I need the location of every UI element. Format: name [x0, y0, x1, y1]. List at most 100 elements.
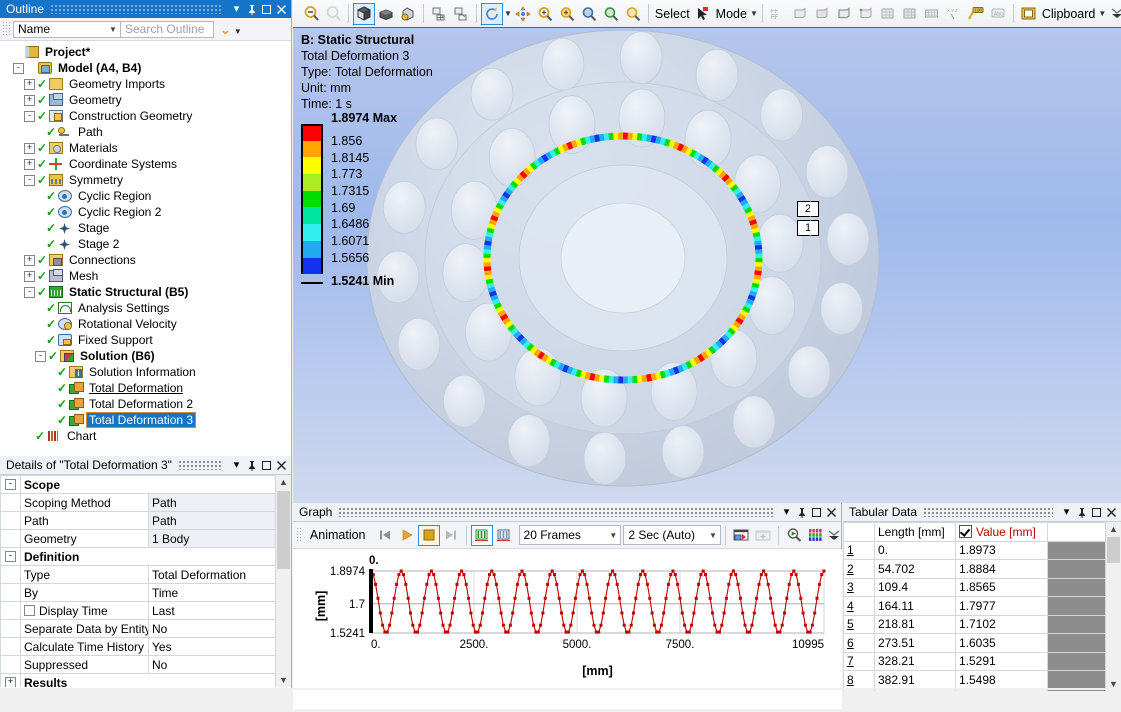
details-group-expander[interactable]: -: [1, 476, 21, 494]
tabular-cell-value[interactable]: 1.8884: [956, 560, 1048, 579]
clipboard-icon[interactable]: [1018, 3, 1040, 25]
tabular-cell-length[interactable]: 328.21: [875, 652, 956, 671]
scroll-up-icon[interactable]: ▲: [1106, 522, 1121, 536]
shaded-solid-icon[interactable]: [353, 3, 375, 25]
edge-select-icon[interactable]: [833, 3, 855, 25]
box-select-icon[interactable]: [877, 3, 899, 25]
record-icon[interactable]: [730, 525, 752, 546]
tabular-menu-icon[interactable]: ▾: [1059, 505, 1074, 520]
mesh-select-icon[interactable]: [921, 3, 943, 25]
vertex-select-icon[interactable]: [855, 3, 877, 25]
tree-item-coordinate-systems[interactable]: +✓Coordinate Systems: [2, 156, 291, 172]
solid-icon[interactable]: [375, 3, 397, 25]
expand-icon[interactable]: +: [24, 159, 35, 170]
tree-item-fixed-support[interactable]: ✓Fixed Support: [2, 332, 291, 348]
tree-item-cyclic-region[interactable]: ✓Cyclic Region: [2, 188, 291, 204]
tabular-cell-value[interactable]: 1.7977: [956, 597, 1048, 616]
distribute-icon[interactable]: [471, 525, 493, 546]
show-mesh-icon[interactable]: [428, 3, 450, 25]
last-frame-icon[interactable]: [440, 525, 462, 546]
stop-icon[interactable]: [418, 525, 440, 546]
details-property-value[interactable]: Yes: [149, 638, 277, 656]
tree-item-materials[interactable]: +✓Materials: [2, 140, 291, 156]
color-bars-icon[interactable]: [805, 525, 827, 546]
tabular-grid[interactable]: Length [mm]Value [mm]10.1.8973254.7021.8…: [843, 522, 1121, 691]
expand-icon[interactable]: +: [24, 79, 35, 90]
mode-label[interactable]: Mode: [714, 7, 749, 21]
tabular-scrollbar[interactable]: ▲ ▼: [1105, 522, 1121, 691]
outline-tree[interactable]: Project*-Model (A4, B4)+✓Geometry Import…: [0, 41, 291, 453]
outline-close-icon[interactable]: [274, 2, 289, 17]
tree-item-connections[interactable]: +✓Connections: [2, 252, 291, 268]
tree-item-model-a4-b4[interactable]: -Model (A4, B4): [2, 60, 291, 76]
table-row[interactable]: 7328.211.5291: [844, 652, 1115, 671]
tabular-cell-length[interactable]: 164.11: [875, 597, 956, 616]
tabular-cell-length[interactable]: 0.: [875, 541, 956, 560]
details-close-icon[interactable]: [274, 458, 289, 473]
tree-item-solution-information[interactable]: ✓Solution Information: [2, 364, 291, 380]
details-property-value[interactable]: 1 Body: [149, 530, 277, 548]
details-property-row[interactable]: TypeTotal Deformation: [1, 566, 277, 584]
tree-item-total-deformation[interactable]: ✓Total Deformation: [2, 380, 291, 396]
rotate-icon[interactable]: [481, 3, 503, 25]
scroll-down-icon[interactable]: ▼: [279, 673, 288, 687]
probe-icon[interactable]: 100: [965, 3, 987, 25]
table-row[interactable]: 4164.111.7977: [844, 597, 1115, 616]
tabular-cell-value[interactable]: 1.5498: [956, 671, 1048, 690]
details-group-row[interactable]: +Results: [1, 674, 277, 688]
search-outline-input[interactable]: Search Outline: [121, 21, 214, 38]
graph-chart[interactable]: 1.89741.71.52410.2500.5000.7500.109950.[…: [293, 549, 842, 709]
graphics-viewport[interactable]: B: Static Structural Total Deformation 3…: [293, 28, 1121, 503]
details-group-row[interactable]: -Scope: [1, 476, 277, 494]
toolbar-gripper[interactable]: [2, 21, 10, 37]
annotation-tag-2[interactable]: 2: [797, 201, 819, 217]
expand-icon[interactable]: +: [24, 255, 35, 266]
details-property-row[interactable]: Geometry1 Body: [1, 530, 277, 548]
expand-icon[interactable]: +: [24, 143, 35, 154]
first-frame-icon[interactable]: [374, 525, 396, 546]
expand-icon[interactable]: +: [24, 271, 35, 282]
annotation-tag-1[interactable]: 1: [797, 220, 819, 236]
result-legend[interactable]: 1.8974 Max1.8561.81451.7731.73151.691.64…: [301, 124, 397, 291]
tabular-cell-value[interactable]: 1.6035: [956, 634, 1048, 653]
table-row[interactable]: 3109.41.8565: [844, 578, 1115, 597]
outline-menu-icon[interactable]: ▾: [229, 2, 244, 17]
graph-pin-icon[interactable]: [794, 505, 809, 520]
collapse-icon[interactable]: -: [24, 111, 35, 122]
outline-pin-icon[interactable]: [244, 2, 259, 17]
details-maximize-icon[interactable]: [259, 458, 274, 473]
details-property-value[interactable]: Path: [149, 494, 277, 512]
frames-combo[interactable]: 20 Frames ▼: [519, 525, 622, 545]
details-property-row[interactable]: SuppressedNo: [1, 656, 277, 674]
scroll-thumb[interactable]: [277, 491, 290, 569]
cursor-icon[interactable]: [692, 3, 714, 25]
tabular-cell-value[interactable]: 1.8565: [956, 578, 1048, 597]
table-row[interactable]: 254.7021.8884: [844, 560, 1115, 579]
pan-icon[interactable]: [512, 3, 534, 25]
details-pin-icon[interactable]: [244, 458, 259, 473]
box-volume-icon[interactable]: [899, 3, 921, 25]
details-property-row[interactable]: Calculate Time HistoryYes: [1, 638, 277, 656]
zoom-fit-icon[interactable]: [578, 3, 600, 25]
tree-item-total-deformation-2[interactable]: ✓Total Deformation 2: [2, 396, 291, 412]
search-chevron-icon[interactable]: ⌄: [220, 23, 231, 36]
zoom-in-disabled-icon[interactable]: [322, 3, 344, 25]
graph-maximize-icon[interactable]: [809, 505, 824, 520]
details-property-row[interactable]: Display TimeLast: [1, 602, 277, 620]
named-selection-icon[interactable]: FFFF: [767, 3, 789, 25]
table-row[interactable]: 8382.911.5498: [844, 671, 1115, 690]
rotate-dropdown-icon[interactable]: ▼: [504, 9, 512, 18]
details-property-row[interactable]: Scoping MethodPath: [1, 494, 277, 512]
tree-item-static-structural-b5[interactable]: -✓Static Structural (B5): [2, 284, 291, 300]
graph-close-icon[interactable]: [824, 505, 839, 520]
tree-item-rotational-velocity[interactable]: ✓Rotational Velocity: [2, 316, 291, 332]
tree-item-symmetry[interactable]: -✓Symmetry: [2, 172, 291, 188]
details-group-expander[interactable]: +: [1, 674, 21, 688]
value-column-checkbox[interactable]: [959, 525, 972, 538]
collapse-icon[interactable]: -: [35, 351, 46, 362]
zoom-in-icon[interactable]: [556, 3, 578, 25]
outline-name-filter-combo[interactable]: Name ▼: [13, 21, 121, 38]
tree-item-analysis-settings[interactable]: ✓Analysis Settings: [2, 300, 291, 316]
toolbar-gripper[interactable]: [296, 527, 303, 543]
details-property-value[interactable]: No: [149, 656, 277, 674]
